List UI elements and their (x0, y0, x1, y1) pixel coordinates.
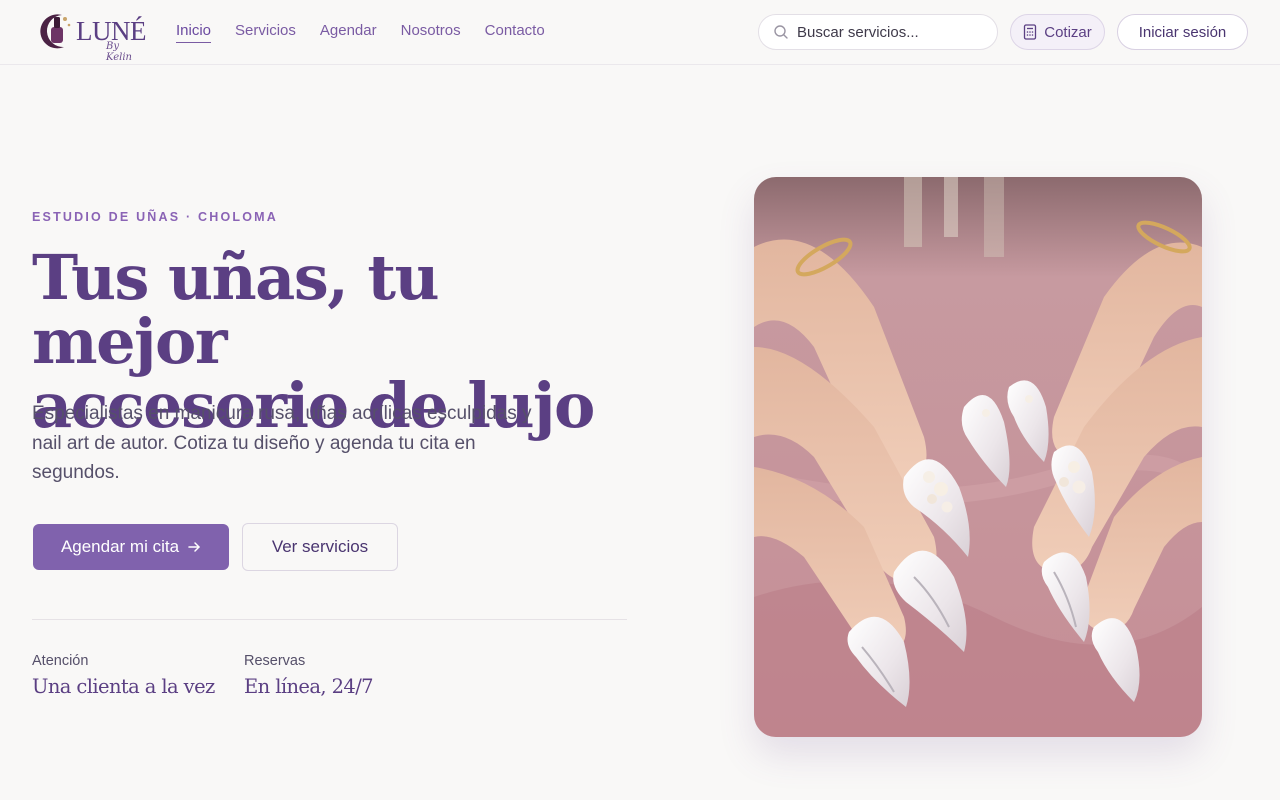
nav-agendar[interactable]: Agendar (320, 22, 377, 43)
stat-bookings-label: Reservas (244, 653, 306, 669)
quote-button-label: Cotizar (1044, 23, 1092, 41)
logo-signature: By Kelin (106, 41, 132, 63)
nav-contacto[interactable]: Contacto (485, 22, 545, 43)
quote-button[interactable]: Cotizar (1010, 14, 1105, 50)
nav-nosotros[interactable]: Nosotros (401, 22, 461, 43)
search-input[interactable] (797, 23, 987, 41)
calculator-icon (1024, 24, 1037, 40)
view-services-button[interactable]: Ver servicios (242, 523, 398, 571)
hero-title-line-1: Tus uñas, tu mejor (32, 241, 440, 378)
hero-divider (32, 619, 627, 620)
stat-attention-label: Atención (32, 653, 89, 669)
hero-nail-photo (754, 177, 1202, 737)
search-icon (774, 25, 788, 39)
stat-attention: Atención Una clienta a la vez (32, 653, 215, 698)
stat-attention-value: Una clienta a la vez (32, 675, 215, 698)
arrow-right-icon (188, 542, 200, 552)
brand-logo[interactable]: LUNÉ By Kelin (34, 9, 146, 63)
site-header: LUNÉ By Kelin Inicio Servicios Agendar N… (0, 0, 1280, 65)
nav-servicios[interactable]: Servicios (235, 22, 296, 43)
hero-description: Especialistas en manicura rusa, uñas acr… (32, 403, 532, 483)
book-appointment-label: Agendar mi cita (60, 537, 180, 556)
nail-polish-moon-logo-icon (40, 14, 71, 49)
book-appointment-button[interactable]: Agendar mi cita (33, 524, 229, 570)
hero-eyebrow: ESTUDIO DE UÑAS · CHOLOMA (32, 210, 278, 224)
nav-inicio[interactable]: Inicio (176, 22, 212, 43)
main-nav: Inicio Servicios Agendar Nosotros Contac… (176, 22, 545, 43)
search-box (758, 14, 998, 50)
stat-bookings-value: En línea, 24/7 (244, 675, 374, 698)
login-button[interactable]: Iniciar sesión (1117, 14, 1248, 50)
stat-bookings: Reservas En línea, 24/7 (244, 653, 374, 698)
